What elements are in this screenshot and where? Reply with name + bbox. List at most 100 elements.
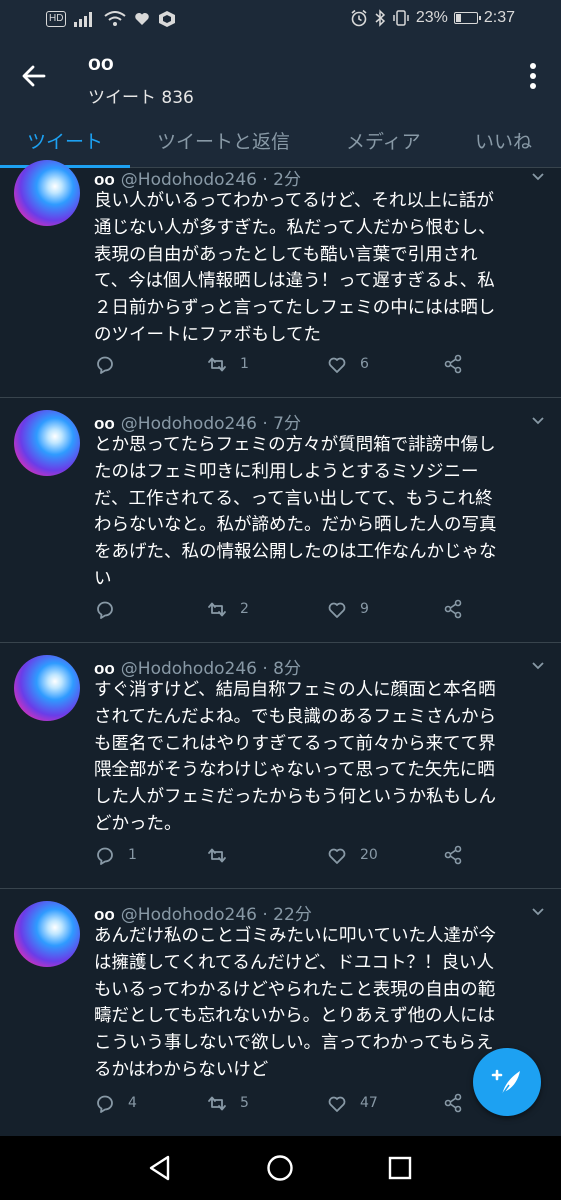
avatar[interactable] — [14, 901, 80, 967]
home-circle-icon[interactable] — [264, 1152, 296, 1184]
reply-icon — [97, 601, 113, 619]
tweet-author-line: oo @Hodohodo246 · 2分 — [94, 165, 301, 190]
retweet-icon — [208, 602, 226, 617]
tab-likes[interactable]: いいね — [475, 127, 532, 154]
retweet-button[interactable]: 5 — [206, 1092, 249, 1114]
retweet-button[interactable]: 1 — [206, 353, 249, 375]
recents-square-icon[interactable] — [384, 1152, 416, 1184]
tab-tweets[interactable]: ツイート — [27, 127, 103, 154]
share-button[interactable] — [442, 353, 464, 375]
tweet-text-line: をあげた、私の情報公開したのは工作なんかじゃな — [94, 542, 497, 563]
reply-button[interactable]: 1 — [94, 844, 137, 866]
heart-icon — [328, 602, 346, 618]
vibrate-icon — [393, 10, 409, 26]
signal-icon — [74, 12, 93, 27]
avatar[interactable] — [14, 160, 80, 226]
tweet-actions: 16 — [94, 353, 534, 377]
reply-icon — [97, 1095, 113, 1113]
tweet-text-line: こういう事しないで欲しい。言ってわかってもらえ — [94, 1033, 494, 1054]
like-button[interactable]: 20 — [326, 844, 378, 866]
status-time: 2:37 — [483, 9, 515, 26]
tweet[interactable]: oo @Hodohodo246 · 8分 すぐ消すけど、結局自称フェミの人に顔面と本… — [0, 643, 561, 889]
retweet-icon — [208, 848, 226, 863]
share-button[interactable] — [442, 1092, 464, 1114]
more-vertical-icon[interactable] — [525, 60, 541, 92]
chevron-down-icon[interactable] — [531, 907, 545, 917]
retweet-count: 2 — [240, 601, 249, 617]
heart-icon — [328, 848, 346, 864]
author-name[interactable]: oo — [94, 414, 115, 433]
reply-count: 1 — [128, 847, 137, 863]
tweet-actions: 29 — [94, 598, 534, 622]
tweet-text-line: は擁護してくれてるんだけど、ドユコト？！良い人 — [94, 952, 495, 973]
tweet[interactable]: oo @Hodohodo246 · 22分 あんだけ私のことゴミみたいに叩いていた人… — [0, 889, 561, 1137]
share-button[interactable] — [442, 844, 464, 866]
author-name[interactable]: oo — [94, 659, 115, 678]
tweet-text-line: も匿名でこれはやりすぎてるって前々から来てて界 — [94, 733, 496, 754]
reply-button[interactable] — [94, 353, 128, 375]
reply-button[interactable] — [94, 598, 128, 620]
compose-tweet-button[interactable] — [473, 1048, 541, 1116]
retweet-button[interactable]: 2 — [206, 598, 249, 620]
tweet-text-line: のツイートにファボもしてた — [94, 324, 321, 345]
tweet-author-line: oo @Hodohodo246 · 22分 — [94, 900, 312, 925]
like-button[interactable]: 9 — [326, 598, 369, 620]
tweet-text-line: ２日前からずっと言ってたしフェミの中にはは晒し — [94, 298, 496, 319]
tweet-text: あんだけ私のことゴミみたいに叩いていた人達が今 は擁護してくれてるんだけど、ドユコ… — [94, 923, 546, 1084]
like-count: 47 — [360, 1095, 378, 1111]
tweet-text: 良い人がいるってわかってるけど、それ以上に話が 通じない人が多すぎた。私だって人だ… — [94, 188, 546, 349]
tweet-text-line: 隈全部がそうなわけじゃないって思ってた矢先に晒 — [94, 760, 495, 781]
tweet-actions: 1 20 — [94, 844, 534, 868]
like-button[interactable]: 47 — [326, 1092, 378, 1114]
reply-icon — [97, 356, 113, 374]
arrow-left-icon[interactable] — [18, 60, 50, 92]
tweet-text-line: て、今は個人情報晒しは違う！って遅すぎるよ、私 — [94, 271, 495, 292]
share-button[interactable] — [442, 598, 464, 620]
status-right: 23% 2:37 — [350, 9, 515, 27]
avatar[interactable] — [14, 410, 80, 476]
heart-notification-icon — [135, 13, 150, 25]
tweet-text-line: 疇だとしても忘れないから。とりあえず他の人には — [94, 1006, 496, 1027]
tweet-text-line: 通じない人が多すぎた。私だって人だから恨むし、 — [94, 217, 496, 238]
share-icon — [444, 599, 462, 619]
bluetooth-icon — [375, 9, 385, 27]
heart-icon — [328, 357, 346, 373]
system-nav-bar — [0, 1136, 561, 1200]
profile-header: oo ツイート 836 — [0, 40, 561, 110]
app-notification-icon — [159, 11, 176, 27]
author-name[interactable]: oo — [94, 170, 115, 189]
like-count: 20 — [360, 847, 378, 863]
battery-percent: 23% — [415, 9, 448, 26]
chevron-down-icon[interactable] — [531, 661, 545, 671]
reply-button[interactable]: 4 — [94, 1092, 137, 1114]
retweet-icon — [208, 357, 226, 372]
avatar[interactable] — [14, 655, 80, 721]
author-name[interactable]: oo — [94, 905, 115, 924]
tweet-author-line: oo @Hodohodo246 · 8分 — [94, 654, 301, 679]
retweet-count: 1 — [240, 356, 249, 372]
chevron-down-icon[interactable] — [531, 172, 545, 182]
tweet-text-line: 表現の自由があったとしても酷い言葉で引用され — [94, 244, 478, 265]
tweet-text-line: 良い人がいるってわかってるけど、それ以上に話が — [94, 191, 494, 211]
tab-media[interactable]: メディア — [346, 127, 421, 154]
tweet-text-line: とか思ってたらフェミの方々が質問箱で誹謗中傷し — [94, 435, 496, 455]
like-button[interactable]: 6 — [326, 353, 369, 375]
retweet-button[interactable] — [206, 844, 240, 866]
status-left: HD — [46, 10, 176, 28]
tab-tweets-and-replies[interactable]: ツイートと返信 — [157, 127, 290, 154]
tweet[interactable]: oo @Hodohodo246 · 2分 良い人がいるってわかってるけど、それ以上に… — [0, 160, 561, 398]
tweet-text-line: した人がフェミだったからもう何というか私もしん — [94, 787, 496, 808]
tweet[interactable]: oo @Hodohodo246 · 7分 とか思ってたらフェミの方々が質問箱で誹謗中… — [0, 398, 561, 643]
tweet-text-line: どかった。 — [94, 813, 182, 834]
author-handle-time: @Hodohodo246 · 22分 — [120, 905, 312, 925]
retweet-count: 5 — [240, 1095, 249, 1111]
back-triangle-icon[interactable] — [144, 1152, 176, 1184]
like-count: 9 — [360, 601, 369, 617]
tweet-text: とか思ってたらフェミの方々が質問箱で誹謗中傷し たのはフェミ叩きに利用しようとする… — [94, 432, 546, 593]
chevron-down-icon[interactable] — [531, 416, 545, 426]
status-bar: HD 23% 2:37 — [0, 0, 561, 40]
tweet-author-line: oo @Hodohodo246 · 7分 — [94, 409, 301, 434]
reply-icon — [97, 847, 113, 865]
tweet-text-line: されてたんだよね。でも良識のあるフェミさんから — [94, 706, 496, 727]
author-handle-time: @Hodohodo246 · 8分 — [120, 659, 301, 679]
